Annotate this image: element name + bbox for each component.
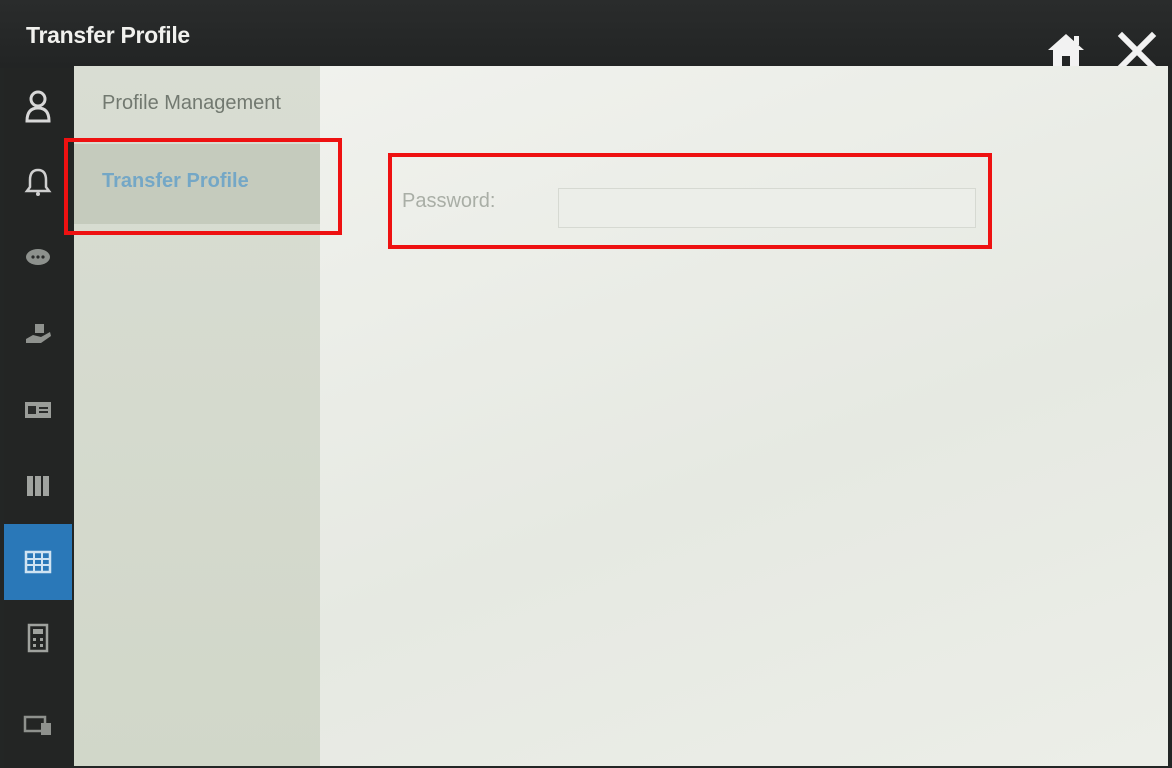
sidebar-icon-rail: [4, 68, 72, 768]
hand-icon: [26, 324, 51, 343]
grid-icon: [24, 550, 52, 574]
sidebar-item-layout[interactable]: [4, 448, 72, 524]
chat-icon: [26, 249, 50, 265]
home-icon: [1048, 34, 1084, 66]
highlight-box-password: [388, 153, 992, 249]
title-bar: Transfer Profile: [0, 0, 1172, 71]
card-icon: [25, 402, 51, 418]
sidebar-item-profile[interactable]: [4, 68, 72, 144]
sidebar-item-messages[interactable]: [4, 220, 72, 296]
sidebar-item-display[interactable]: [4, 688, 72, 764]
sidebar-item-calculator[interactable]: [4, 600, 72, 676]
highlight-box-transfer-profile: [64, 138, 342, 235]
calculator-icon: [27, 623, 49, 653]
sidebar-item-cards[interactable]: [4, 372, 72, 448]
sidebar-item-alerts[interactable]: [4, 144, 72, 220]
submenu-item-profile-management[interactable]: Profile Management: [74, 66, 320, 144]
screen: Transfer Profile Profile Management Tran…: [0, 0, 1172, 768]
home-button[interactable]: [1046, 30, 1086, 70]
submenu-item-label: Profile Management: [102, 92, 281, 114]
sidebar-item-data[interactable]: [4, 524, 72, 600]
window-title: Transfer Profile: [26, 22, 190, 48]
columns-icon: [27, 476, 49, 496]
display-icon: [23, 715, 51, 735]
bell-icon: [24, 168, 52, 196]
person-icon: [25, 90, 51, 123]
sidebar-item-transfer[interactable]: [4, 296, 72, 372]
